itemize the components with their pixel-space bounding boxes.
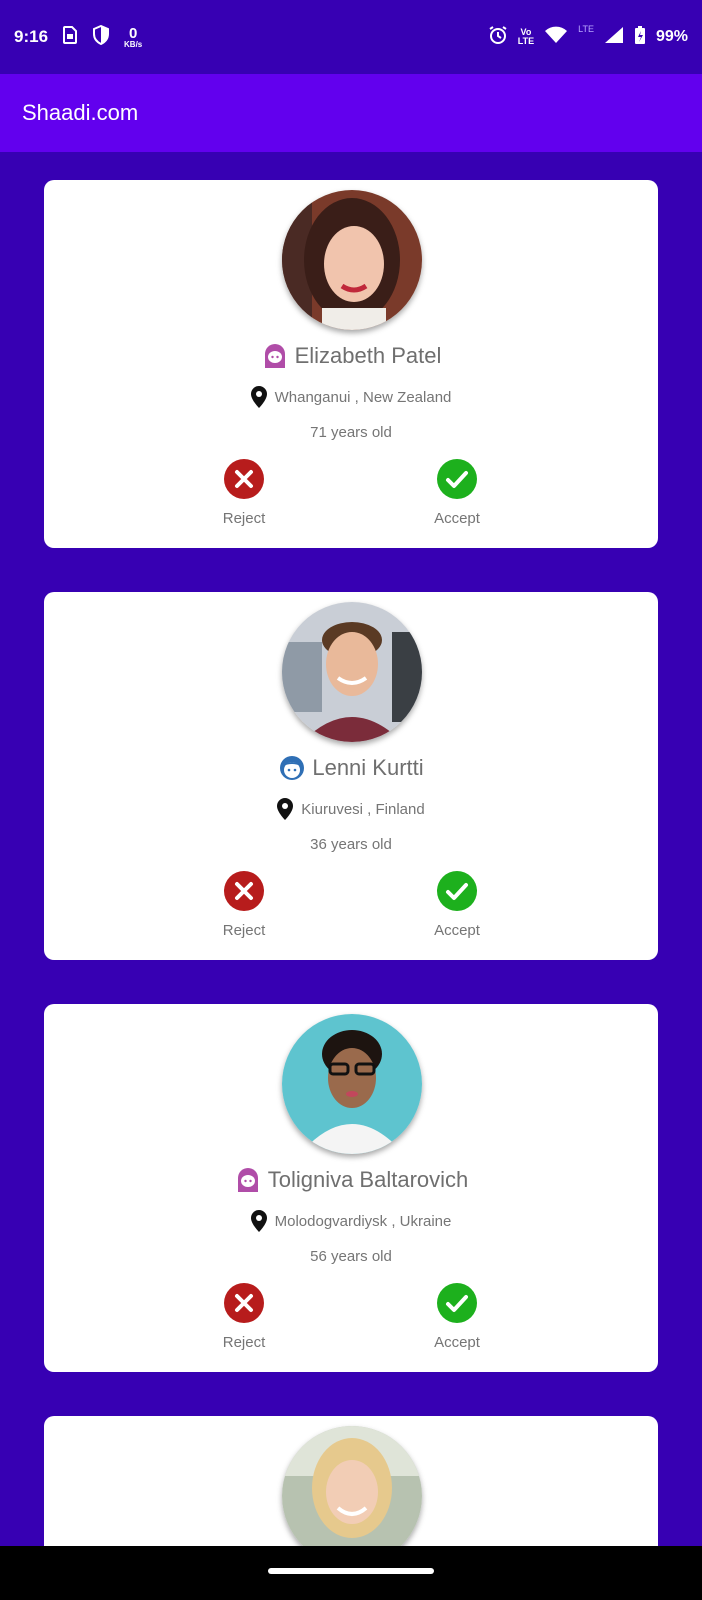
volte-line2: LTE (517, 36, 535, 46)
wifi-icon (544, 26, 568, 49)
volte-icon: Vo LTE (518, 28, 534, 46)
accept-button[interactable]: Accept (402, 458, 512, 527)
shield-icon (92, 24, 110, 50)
reject-icon[interactable] (189, 1282, 299, 1324)
profile-card: Lenni Kurtti Kiuruvesi , Finland 36 year… (44, 592, 658, 960)
profile-photo (282, 1014, 422, 1154)
reject-button[interactable]: Reject (189, 870, 299, 939)
accept-icon[interactable] (402, 458, 512, 500)
reject-button[interactable]: Reject (189, 1282, 299, 1351)
reject-icon[interactable] (189, 458, 299, 500)
reject-icon[interactable] (189, 870, 299, 912)
profile-name: Elizabeth Patel (294, 343, 442, 368)
signal-icon (604, 26, 624, 49)
profile-age: 36 years old (310, 836, 392, 853)
location-pin-icon (277, 798, 294, 820)
sim-icon (62, 25, 78, 49)
profile-age: 56 years old (310, 1248, 392, 1265)
profile-location: Molodogvardiysk , Ukraine (274, 1212, 452, 1230)
accept-icon[interactable] (402, 1282, 512, 1324)
reject-label: Reject (222, 510, 266, 527)
female-icon (234, 1166, 262, 1194)
app-title: Shaadi.com (22, 100, 139, 125)
accept-button[interactable]: Accept (402, 870, 512, 939)
profile-location: Whanganui , New Zealand (274, 388, 452, 406)
profile-age: 71 years old (310, 424, 392, 441)
profile-card: Toligniva Baltarovich Molodogvardiysk , … (44, 1004, 658, 1372)
male-icon (278, 754, 306, 782)
network-speed-unit: KB/s (124, 39, 143, 49)
network-speed: 0 KB/s (124, 26, 142, 49)
profile-location: Kiuruvesi , Finland (301, 800, 425, 818)
accept-label: Accept (434, 922, 480, 939)
profile-photo (282, 1426, 422, 1566)
profile-photo (282, 190, 422, 330)
battery-icon (634, 25, 646, 50)
reject-label: Reject (222, 1334, 266, 1351)
alarm-icon (488, 25, 508, 50)
location-pin-icon (250, 386, 267, 408)
profile-card: Elizabeth Patel Whanganui , New Zealand … (44, 180, 658, 548)
lte-label: LTE (578, 24, 594, 34)
reject-button[interactable]: Reject (189, 458, 299, 527)
profile-name: Lenni Kurtti (312, 755, 424, 780)
status-time: 9:16 (14, 27, 49, 46)
battery-percent: 99% (655, 28, 688, 45)
accept-label: Accept (434, 1334, 480, 1351)
profile-name: Toligniva Baltarovich (267, 1167, 469, 1192)
reject-label: Reject (222, 922, 266, 939)
app-bar: Shaadi.com (0, 74, 702, 152)
status-bar: 9:16 0 KB/s Vo LTE LTE 99% (0, 0, 702, 74)
profile-photo (282, 602, 422, 742)
accept-icon[interactable] (402, 870, 512, 912)
accept-label: Accept (434, 510, 480, 527)
home-gesture-handle[interactable] (268, 1568, 434, 1574)
network-speed-value: 0 (128, 24, 138, 42)
location-pin-icon (250, 1210, 267, 1232)
navigation-bar (0, 1546, 702, 1600)
accept-button[interactable]: Accept (402, 1282, 512, 1351)
female-icon (261, 342, 289, 370)
